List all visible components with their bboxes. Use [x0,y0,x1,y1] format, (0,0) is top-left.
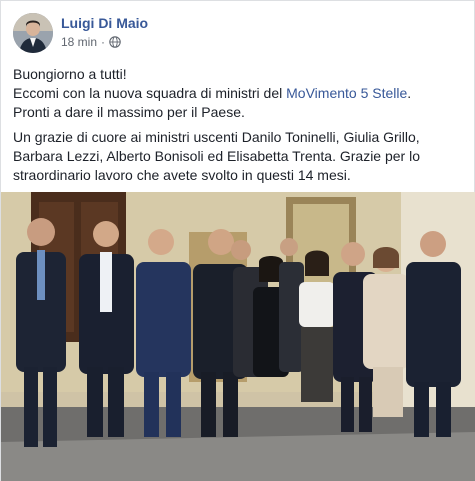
post-time[interactable]: 18 min [61,35,97,49]
meta-separator: · [101,35,106,49]
post-line-ready: Pronti a dare il massimo per il Paese. [13,104,245,120]
post-body: Buongiorno a tutti! Eccomi con la nuova … [13,65,465,191]
post-line-suffix: . [407,85,412,101]
movimento-link[interactable]: MoVimento 5 Stelle [286,85,407,101]
facebook-post: Luigi Di Maio 18 min · Buongiorno a tutt… [0,0,475,481]
post-header: Luigi Di Maio 18 min · [13,13,453,55]
post-photo[interactable] [1,192,475,481]
author-name[interactable]: Luigi Di Maio [61,15,148,31]
post-line-greeting: Buongiorno a tutti! [13,66,127,82]
group-photo-illustration [1,192,475,481]
globe-icon[interactable] [109,36,121,48]
post-line-intro: Eccomi con la nuova squadra di ministri … [13,85,287,101]
post-meta: 18 min · [61,35,121,49]
avatar-image [13,13,53,53]
post-paragraph-2: Un grazie di cuore ai ministri uscenti D… [13,129,420,183]
author-avatar[interactable] [13,13,53,53]
post-paragraph-1: Buongiorno a tutti! Eccomi con la nuova … [13,65,465,122]
